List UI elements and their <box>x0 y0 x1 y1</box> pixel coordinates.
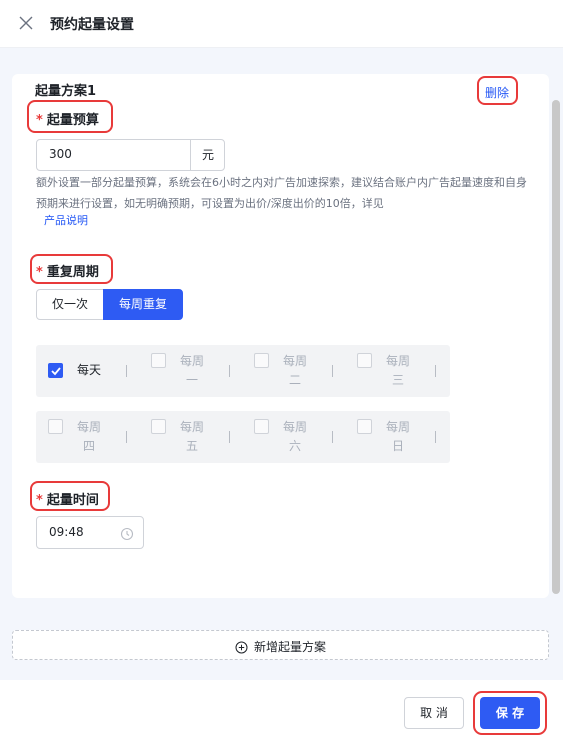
repeat-once-option[interactable]: 仅一次 <box>36 289 104 320</box>
budget-value[interactable]: 300 <box>49 147 72 161</box>
divider <box>126 431 127 443</box>
budget-unit: 元 <box>190 140 225 170</box>
divider <box>332 431 333 443</box>
scrollbar-thumb[interactable] <box>552 100 560 594</box>
checkbox-icon[interactable] <box>151 353 166 368</box>
divider <box>126 365 127 377</box>
time-picker[interactable]: 09:48 <box>36 516 144 549</box>
cancel-button[interactable]: 取 消 <box>404 697 464 729</box>
weekday-row-2: 每周四 每周五 每周六 每周日 <box>36 411 450 463</box>
day-checkbox-thursday[interactable]: 每周四 <box>36 411 139 463</box>
day-label: 每周三 <box>385 354 410 387</box>
day-label: 每周一 <box>179 354 204 387</box>
clock-icon <box>120 526 134 541</box>
budget-help-text: 额外设置一部分起量预算，系统会在6小时之内对广告加速探索，建议结合账户内广告起量… <box>36 176 527 210</box>
checkbox-icon[interactable] <box>357 353 372 368</box>
close-icon[interactable] <box>16 13 36 33</box>
add-plan-button[interactable]: 新增起量方案 <box>12 630 549 660</box>
day-checkbox-monday[interactable]: 每周一 <box>139 345 242 397</box>
day-label: 每周日 <box>385 420 410 453</box>
highlight-delete <box>477 76 518 105</box>
day-checkbox-friday[interactable]: 每周五 <box>139 411 242 463</box>
day-label: 每周四 <box>76 420 101 453</box>
time-value[interactable]: 09:48 <box>49 525 84 539</box>
highlight-budget-label <box>27 100 113 133</box>
checkbox-icon[interactable] <box>254 419 269 434</box>
divider <box>435 365 436 377</box>
checkbox-icon[interactable] <box>48 419 63 434</box>
day-label: 每周六 <box>282 420 307 453</box>
day-checkbox-tuesday[interactable]: 每周二 <box>242 345 345 397</box>
divider <box>435 431 436 443</box>
checkbox-icon[interactable] <box>254 353 269 368</box>
highlight-save <box>473 691 547 735</box>
day-checkbox-everyday[interactable]: 每天 <box>36 345 139 397</box>
day-label: 每周五 <box>179 420 204 453</box>
divider <box>332 365 333 377</box>
divider <box>229 431 230 443</box>
repeat-weekly-option[interactable]: 每周重复 <box>103 289 183 320</box>
drawer-title: 预约起量设置 <box>50 17 134 33</box>
checkbox-icon[interactable] <box>151 419 166 434</box>
checkbox-icon[interactable] <box>357 419 372 434</box>
divider <box>229 365 230 377</box>
highlight-time-label <box>30 481 110 511</box>
product-doc-link[interactable]: 产品说明 <box>44 212 88 228</box>
weekday-row-1: 每天 每周一 每周二 每周三 <box>36 345 450 397</box>
day-label: 每周二 <box>282 354 307 387</box>
plan-title: 起量方案1 <box>35 84 97 99</box>
add-plan-label: 新增起量方案 <box>254 640 327 654</box>
day-checkbox-sunday[interactable]: 每周日 <box>345 411 448 463</box>
checkbox-checked-icon[interactable] <box>48 363 63 378</box>
day-checkbox-wednesday[interactable]: 每周三 <box>345 345 448 397</box>
day-label: 每天 <box>76 363 101 377</box>
plus-circle-icon <box>235 639 248 654</box>
drawer-header: 预约起量设置 <box>0 0 563 48</box>
highlight-repeat-label <box>30 254 113 284</box>
budget-input[interactable]: 300 元 <box>36 139 225 171</box>
day-checkbox-saturday[interactable]: 每周六 <box>242 411 345 463</box>
